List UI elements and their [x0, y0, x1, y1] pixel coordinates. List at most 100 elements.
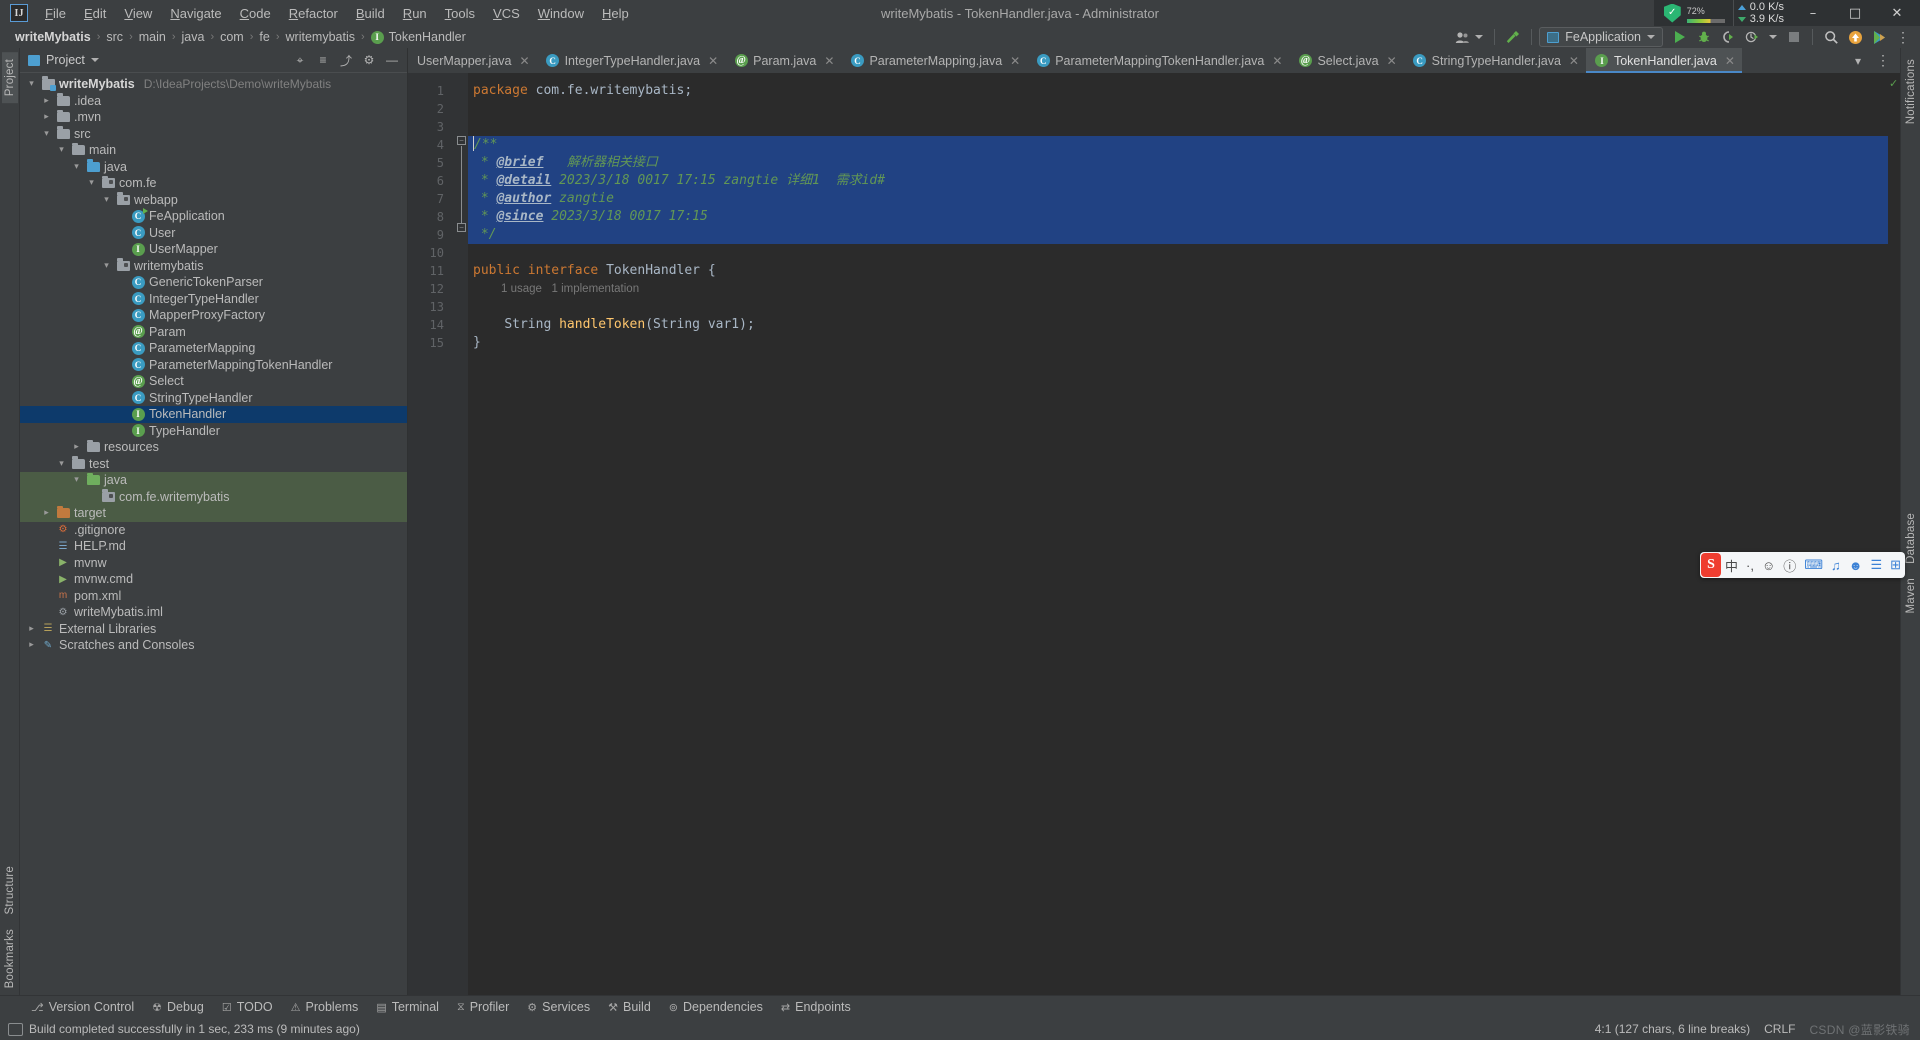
tree-node-mapperproxyfactory[interactable]: · C MapperProxyFactory: [20, 307, 407, 324]
chevron-down-icon[interactable]: ▾: [26, 79, 37, 89]
chevron-down-icon[interactable]: ▾: [71, 162, 82, 172]
tool-window-version-control[interactable]: ⎇ Version Control: [22, 998, 143, 1016]
code-line-11[interactable]: public interface TokenHandler {: [468, 262, 1888, 280]
editor-tab-parametermapping-java[interactable]: C ParameterMapping.java ✕: [841, 48, 1027, 73]
breadcrumb-item-src[interactable]: src: [103, 29, 126, 45]
editor-tab-select-java[interactable]: @ Select.java ✕: [1289, 48, 1403, 73]
tree-node-user[interactable]: · C User: [20, 225, 407, 242]
project-tree[interactable]: ▾ writeMybatis D:\IdeaProjects\Demo\writeM…: [20, 73, 407, 995]
rail-tab-project[interactable]: Project: [1, 52, 18, 104]
profiler-dropdown-caret-icon[interactable]: [1769, 35, 1777, 39]
select-opened-file-icon[interactable]: ⌖: [289, 50, 311, 70]
editor-tab-param-java[interactable]: @ Param.java ✕: [725, 48, 841, 73]
ime-button-2[interactable]: ⓘ: [1779, 556, 1800, 575]
chevron-down-icon[interactable]: ▾: [41, 129, 52, 139]
menu-item-file[interactable]: File: [36, 3, 75, 24]
tree-node-test[interactable]: ▾ test: [20, 456, 407, 473]
rail-tab-structure[interactable]: Structure: [2, 859, 18, 921]
tool-window-dependencies[interactable]: ⊚ Dependencies: [660, 998, 772, 1016]
menu-item-refactor[interactable]: Refactor: [280, 3, 347, 24]
search-everywhere-icon[interactable]: [1820, 27, 1842, 47]
ime-button-5[interactable]: ☻: [1845, 558, 1867, 573]
tree-node-com-fe-writemybatis[interactable]: · com.fe.writemybatis: [20, 488, 407, 505]
close-button[interactable]: ✕: [1876, 0, 1918, 26]
code-line-2[interactable]: [468, 100, 1888, 118]
tool-window-profiler[interactable]: ⧖ Profiler: [448, 998, 518, 1016]
editor-marker-strip[interactable]: ✓: [1888, 73, 1900, 995]
inlay-hint[interactable]: 1 usage 1 implementation: [468, 280, 1888, 298]
editor-tab-tokenhandler-java[interactable]: I TokenHandler.java ✕: [1585, 48, 1742, 73]
update-project-icon[interactable]: [1844, 27, 1866, 47]
tab-more-icon[interactable]: ⋮: [1872, 51, 1894, 71]
hide-panel-icon[interactable]: —: [381, 50, 403, 70]
code-area[interactable]: package com.fe.writemybatis; /** * @brief…: [468, 73, 1888, 995]
rail-tab-bookmarks[interactable]: Bookmarks: [2, 922, 18, 995]
tree-node-parametermappingtokenhandler[interactable]: · C ParameterMappingTokenHandler: [20, 357, 407, 374]
collapse-all-icon[interactable]: ⤴: [335, 50, 357, 70]
tree-node-help-md[interactable]: · ☰ HELP.md: [20, 538, 407, 555]
chevron-down-icon[interactable]: ▾: [86, 178, 97, 188]
ime-button-6[interactable]: ☰: [1866, 557, 1886, 573]
chevron-down-icon[interactable]: ▾: [101, 195, 112, 205]
tree-node-external-libraries[interactable]: ▸ ☰ External Libraries: [20, 621, 407, 638]
tool-window-todo[interactable]: ☑ TODO: [213, 998, 282, 1016]
tool-window-services[interactable]: ⚙ Services: [518, 998, 599, 1016]
tree-node-src[interactable]: ▾ src: [20, 126, 407, 143]
tab-list-icon[interactable]: ▾: [1847, 51, 1869, 71]
tree-node-writemybatis[interactable]: ▾ writemybatis: [20, 258, 407, 275]
tool-window-endpoints[interactable]: ⇄ Endpoints: [772, 998, 860, 1016]
menu-item-tools[interactable]: Tools: [436, 3, 484, 24]
tree-node-integertypehandler[interactable]: · C IntegerTypeHandler: [20, 291, 407, 308]
menu-item-view[interactable]: View: [115, 3, 161, 24]
tree-node--idea[interactable]: ▸ .idea: [20, 93, 407, 110]
chevron-right-icon[interactable]: ▸: [71, 442, 82, 452]
tree-node-feapplication[interactable]: · CFeApplication: [20, 207, 407, 225]
close-tab-icon[interactable]: ✕: [1569, 54, 1579, 68]
menu-item-run[interactable]: Run: [394, 3, 436, 24]
close-tab-icon[interactable]: ✕: [708, 54, 718, 68]
ime-button-0[interactable]: ·,: [1742, 558, 1758, 573]
user-account-icon[interactable]: [1451, 27, 1473, 47]
breadcrumb-item-fe[interactable]: fe: [256, 29, 272, 45]
toolbar-more-icon[interactable]: ⋮: [1892, 27, 1914, 47]
caret-position[interactable]: 4:1 (127 chars, 6 line breaks): [1595, 1022, 1750, 1036]
menu-item-build[interactable]: Build: [347, 3, 394, 24]
editor-tab-stringtypehandler-java[interactable]: C StringTypeHandler.java ✕: [1404, 48, 1586, 73]
ime-logo-icon[interactable]: S: [1701, 553, 1721, 577]
chevron-right-icon[interactable]: ▸: [26, 640, 37, 650]
breadcrumb-item-com[interactable]: com: [217, 29, 247, 45]
ide-feature-icon[interactable]: [1868, 27, 1890, 47]
code-line-10[interactable]: [468, 244, 1888, 262]
breadcrumb-item-tokenhandler[interactable]: I TokenHandler: [368, 29, 469, 45]
expand-all-icon[interactable]: ≡: [312, 50, 334, 70]
editor-fold-column[interactable]: − −: [454, 73, 468, 995]
code-line-3[interactable]: [468, 118, 1888, 136]
tool-window-build[interactable]: ⚒ Build: [599, 998, 660, 1016]
tree-node-generictokenparser[interactable]: · C GenericTokenParser: [20, 274, 407, 291]
tree-node-webapp[interactable]: ▾ webapp: [20, 192, 407, 209]
menu-item-help[interactable]: Help: [593, 3, 638, 24]
chevron-down-icon[interactable]: ▾: [101, 261, 112, 271]
menu-item-navigate[interactable]: Navigate: [161, 3, 230, 24]
code-line-1[interactable]: package com.fe.writemybatis;: [468, 82, 1888, 100]
tree-node--mvn[interactable]: ▸ .mvn: [20, 109, 407, 126]
chevron-right-icon[interactable]: ▸: [41, 508, 52, 518]
menu-item-code[interactable]: Code: [231, 3, 280, 24]
project-view-chevron-down-icon[interactable]: [90, 58, 99, 62]
chevron-right-icon[interactable]: ▸: [41, 96, 52, 106]
close-tab-icon[interactable]: ✕: [824, 54, 834, 68]
close-tab-icon[interactable]: ✕: [1387, 54, 1397, 68]
breadcrumb-item-writemybatis[interactable]: writeMybatis: [12, 29, 94, 45]
tree-node-typehandler[interactable]: · I TypeHandler: [20, 423, 407, 440]
editor-tab-usermapper-java[interactable]: UserMapper.java ✕: [408, 48, 537, 73]
code-line-6[interactable]: * @detail 2023/3/18 0017 17:15 zangtie 详…: [468, 172, 1888, 190]
menu-item-vcs[interactable]: VCS: [484, 3, 529, 24]
code-line-15[interactable]: [468, 352, 1888, 370]
code-line-13[interactable]: String handleToken(String var1);: [468, 316, 1888, 334]
tree-node-select[interactable]: · @ Select: [20, 373, 407, 390]
tree-node-java[interactable]: ▾ java: [20, 159, 407, 176]
editor-gutter[interactable]: 1234567891011I1213I1415: [408, 73, 468, 995]
tree-node-writemybatis[interactable]: ▾ writeMybatis D:\IdeaProjects\Demo\writeM…: [20, 76, 407, 93]
tree-node--gitignore[interactable]: · ⚙ .gitignore: [20, 522, 407, 539]
run-configuration-selector[interactable]: FeApplication: [1539, 27, 1663, 47]
